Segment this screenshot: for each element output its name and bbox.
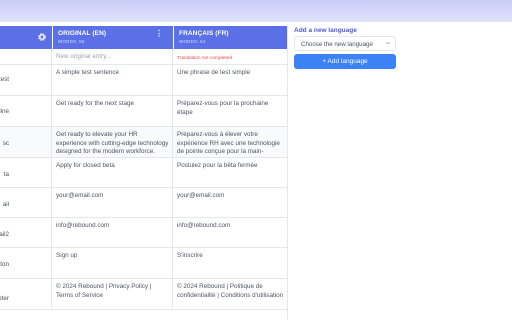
row-key: test [0, 76, 9, 83]
french-column-header[interactable]: FRANÇAIS (FR) WORDS: 54 [174, 26, 287, 49]
translated-text[interactable]: Préparez-vous pour la prochaine étape [174, 96, 287, 126]
key-cell [0, 49, 52, 64]
row-key: oter [0, 295, 9, 302]
translated-text[interactable]: © 2024 Rebound | Politique de confidenti… [174, 279, 287, 309]
translated-text[interactable]: your@email.com [174, 188, 287, 217]
new-entry-row: New original entry... Translation not co… [0, 49, 287, 65]
row-key: gline [0, 108, 9, 115]
original-text[interactable]: Apply for closed beta [53, 158, 173, 187]
gear-icon[interactable] [37, 32, 47, 42]
original-text[interactable]: info@rebound.com [53, 218, 173, 247]
row-key: sc [2, 140, 9, 147]
original-text[interactable]: © 2024 Rebound | Privacy Policy | Terms … [53, 279, 173, 309]
table-row[interactable]: sc Get ready to elevate your HR experien… [0, 127, 287, 158]
new-entry-input[interactable]: New original entry... [53, 49, 173, 64]
table-row[interactable]: ail2 info@rebound.com info@rebound.com [0, 218, 287, 248]
original-text[interactable]: Sign up [53, 248, 173, 278]
original-word-count: WORDS: 50 [58, 39, 85, 44]
row-key: ta [3, 171, 9, 178]
table-row[interactable]: test A simple test sentence Une phrase d… [0, 65, 287, 96]
table-row [0, 310, 287, 320]
translated-text[interactable]: info@rebound.com [174, 218, 287, 247]
chevron-down-icon [385, 41, 391, 45]
language-select-value: Choose the new language [301, 41, 373, 48]
key-column-header [0, 26, 52, 49]
original-text[interactable]: A simple test sentence [53, 65, 173, 95]
row-key: tton [0, 261, 9, 268]
translation-status: Translation not completed [177, 56, 233, 61]
table-row[interactable]: tton Sign up S'inscrire [0, 248, 287, 279]
french-word-count: WORDS: 54 [179, 39, 206, 44]
translated-text[interactable]: Préparez-vous à élever votre expérience … [174, 127, 287, 157]
top-bar [0, 0, 512, 22]
add-language-button[interactable]: + Add language [294, 54, 396, 69]
table-row[interactable]: oter © 2024 Rebound | Privacy Policy | T… [0, 279, 287, 310]
translated-text[interactable]: Postulez pour la bêta fermée [174, 158, 287, 187]
translation-grid: ORIGINAL (EN) WORDS: 50 ⋮ FRANÇAIS (FR) … [0, 26, 288, 320]
original-text[interactable]: your@email.com [53, 188, 173, 217]
french-column-title: FRANÇAIS (FR) [179, 30, 229, 37]
original-column-title: ORIGINAL (EN) [58, 30, 107, 37]
table-row[interactable]: ta Apply for closed beta Postulez pour l… [0, 158, 287, 188]
row-key: ail2 [0, 231, 9, 238]
table-row[interactable]: ail your@email.com your@email.com [0, 188, 287, 218]
table-row[interactable]: gline Get ready for the next stage Prépa… [0, 96, 287, 127]
translated-text[interactable]: Une phrase de test simple [174, 65, 287, 95]
original-column-header[interactable]: ORIGINAL (EN) WORDS: 50 ⋮ [53, 26, 173, 49]
original-text[interactable]: Get ready to elevate your HR experience … [53, 127, 173, 157]
translated-text[interactable]: S'inscrire [174, 248, 287, 278]
row-key: ail [2, 201, 9, 208]
add-language-panel: Add a new language Choose the new langua… [294, 27, 396, 69]
original-text[interactable]: Get ready for the next stage [53, 96, 173, 126]
language-select[interactable]: Choose the new language [294, 36, 396, 51]
more-vertical-icon[interactable]: ⋮ [155, 30, 163, 38]
add-language-label: Add a new language [294, 27, 357, 34]
